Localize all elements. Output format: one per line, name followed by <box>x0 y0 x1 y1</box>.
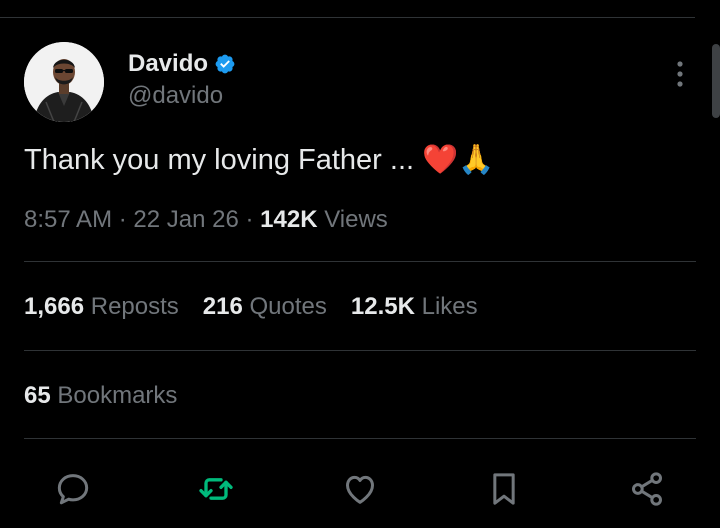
share-icon <box>632 472 662 506</box>
bookmark-button[interactable] <box>482 467 526 511</box>
likes-count: 12.5K <box>350 293 415 320</box>
avatar-photo-icon <box>24 42 104 122</box>
likes-label: Likes <box>421 293 478 320</box>
more-vertical-icon[interactable] <box>668 58 692 90</box>
views-count: 142K <box>260 206 318 233</box>
avatar[interactable] <box>24 42 104 122</box>
tweet-text: Thank you my loving Father ... ❤️🙏 <box>24 144 495 176</box>
meta-separator: · <box>245 206 254 233</box>
tweet-date[interactable]: 22 Jan 26 <box>133 206 238 233</box>
bookmarks-label: Bookmarks <box>57 382 178 409</box>
share-button[interactable] <box>625 467 669 511</box>
bookmarks-stat[interactable]: 65 Bookmarks <box>24 381 177 411</box>
top-divider <box>0 17 695 18</box>
reply-button[interactable] <box>51 467 95 511</box>
engagement-stats: 1,666 Reposts 216 Quotes 12.5K Likes <box>24 292 478 322</box>
repost-button[interactable] <box>194 467 238 511</box>
author-name-row[interactable]: Davido <box>128 50 236 78</box>
scrollbar[interactable] <box>712 44 720 118</box>
reposts-count: 1,666 <box>24 293 85 320</box>
like-button[interactable] <box>338 467 382 511</box>
verified-badge-icon <box>215 54 235 74</box>
quotes-label: Quotes <box>249 293 327 320</box>
heart-icon <box>346 475 374 504</box>
author-display-name[interactable]: Davido <box>128 50 208 78</box>
bookmark-icon <box>493 473 515 505</box>
reposts-stat[interactable]: 1,666 Reposts <box>24 292 179 322</box>
divider <box>24 350 696 351</box>
repost-icon <box>199 478 233 500</box>
quotes-count: 216 <box>202 293 243 320</box>
reposts-label: Reposts <box>90 293 179 320</box>
divider <box>24 261 696 262</box>
bookmarks-count: 65 <box>24 382 51 409</box>
divider <box>24 438 696 439</box>
tweet-meta: 8:57 AM · 22 Jan 26 · 142K Views <box>24 205 388 235</box>
tweet-time[interactable]: 8:57 AM <box>24 206 112 233</box>
quotes-stat[interactable]: 216 Quotes <box>203 292 327 322</box>
reply-icon <box>57 474 89 505</box>
meta-separator: · <box>118 206 127 233</box>
views-label: Views <box>324 206 388 233</box>
likes-stat[interactable]: 12.5K Likes <box>351 292 478 322</box>
author-handle[interactable]: @davido <box>128 82 223 110</box>
